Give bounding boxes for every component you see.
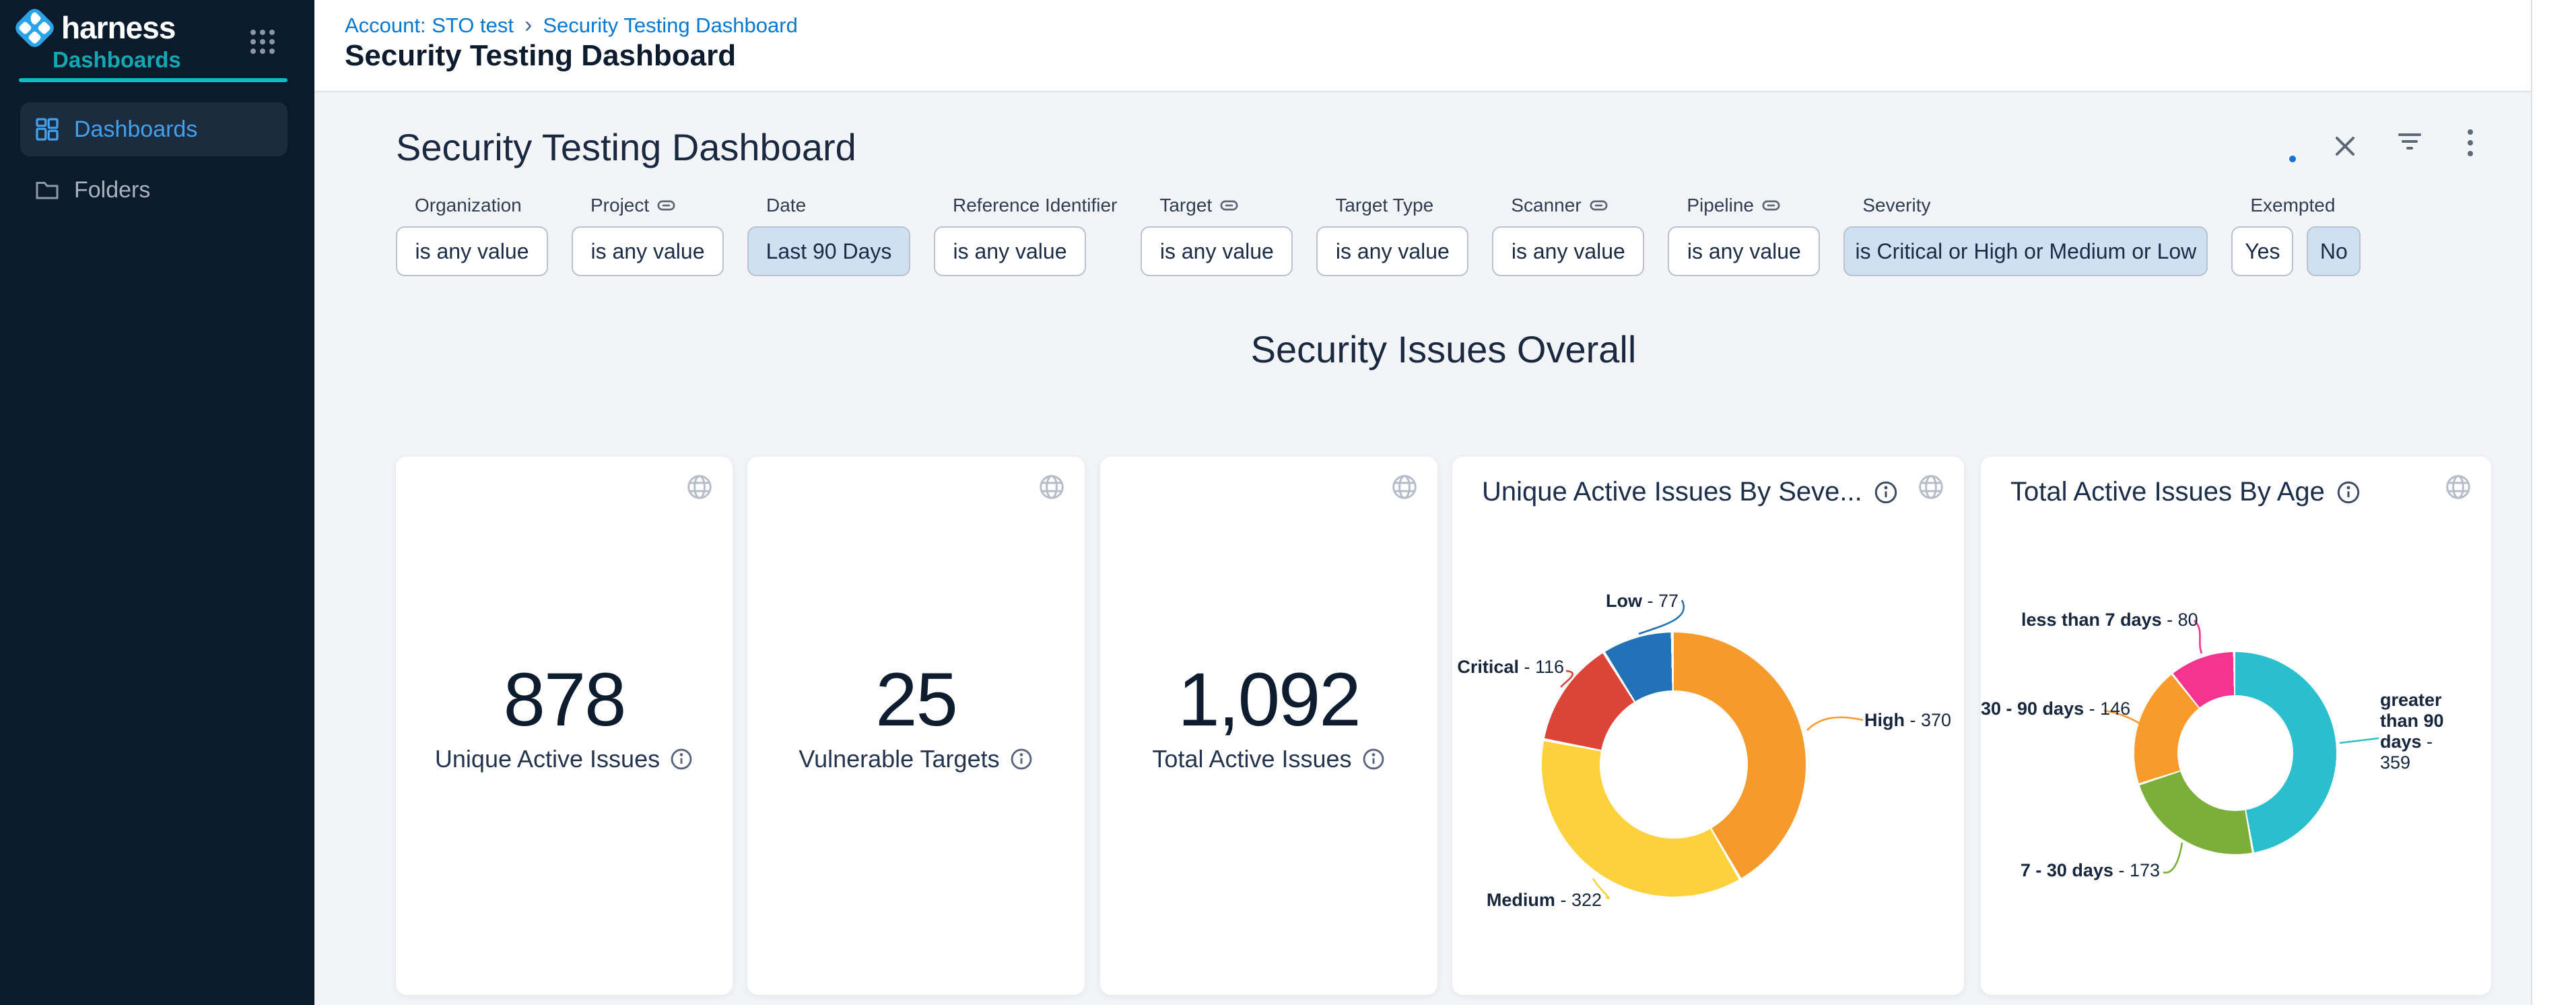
stat-card-unique-active-issues: 878 Unique Active Issues (396, 457, 733, 995)
harness-logo-icon (12, 5, 57, 50)
stat-label: Unique Active Issues (435, 745, 660, 773)
filter-label: Reference Identifier (953, 195, 1117, 216)
filter-pipeline: Pipeline is any value (1668, 194, 1820, 276)
harness-logo: harness (19, 9, 175, 46)
slice-label-greater-than-90-days: greater than 90 days - 359 (2380, 690, 2461, 773)
close-icon[interactable] (2331, 132, 2359, 160)
slice-label-less-than-7-days: less than 7 days - 80 (2021, 609, 2186, 630)
chart-title: Total Active Issues By Age (2010, 477, 2325, 507)
filters-toggle-icon[interactable] (2396, 133, 2424, 162)
age-donut-chart[interactable] (2134, 652, 2336, 854)
filter-bar: Organization is any value Project is any… (396, 194, 2361, 276)
stat-value: 1,092 (1100, 656, 1437, 743)
filter-target-type-value[interactable]: is any value (1316, 226, 1468, 276)
info-icon[interactable] (1009, 747, 1033, 771)
more-options-icon[interactable] (2456, 129, 2484, 158)
module-label: Dashboards (53, 47, 181, 73)
globe-icon (1390, 473, 1419, 501)
filter-reference-identifier-value[interactable]: is any value (934, 226, 1086, 276)
slice-label-30-90-days: 30 - 90 days - 146 (1981, 698, 2099, 719)
slice-label-medium: Medium - 322 (1472, 889, 1602, 911)
sidebar: harness Dashboards Dashboards Folders (0, 0, 314, 1005)
breadcrumb: Account: STO test › Security Testing Das… (345, 12, 798, 38)
folder-icon (35, 178, 59, 202)
filter-reference-identifier: Reference Identifier is any value (934, 194, 1117, 276)
dashboards-icon (35, 117, 59, 141)
module-divider (19, 78, 287, 82)
link-icon (1762, 199, 1780, 212)
filter-label: Pipeline (1687, 195, 1754, 216)
sidebar-item-label: Folders (74, 177, 150, 203)
sidebar-item-folders[interactable]: Folders (20, 163, 287, 217)
filter-label: Organization (415, 195, 522, 216)
filter-label: Date (766, 195, 806, 216)
exempted-no-button[interactable]: No (2307, 226, 2361, 276)
filter-organization-value[interactable]: is any value (396, 226, 548, 276)
filter-scanner: Scanner is any value (1492, 194, 1644, 276)
top-header: Account: STO test › Security Testing Das… (314, 0, 2531, 92)
link-icon (1220, 199, 1238, 212)
stat-card-vulnerable-targets: 25 Vulnerable Targets (747, 457, 1085, 995)
filter-project: Project is any value (572, 194, 724, 276)
link-icon (657, 199, 675, 212)
filter-exempted: Exempted Yes No (2231, 194, 2361, 276)
filter-label: Project (590, 195, 649, 216)
filter-project-value[interactable]: is any value (572, 226, 724, 276)
pointer-dot (2289, 156, 2296, 162)
sidebar-item-label: Dashboards (74, 117, 197, 143)
severity-donut-chart[interactable] (1542, 633, 1806, 897)
filter-target: Target is any value (1141, 194, 1293, 276)
filter-label: Severity (1862, 195, 1930, 216)
stat-label: Vulnerable Targets (799, 745, 999, 773)
breadcrumb-page-link[interactable]: Security Testing Dashboard (543, 13, 798, 38)
globe-icon (2444, 473, 2472, 501)
chart-card-issues-by-age: Total Active Issues By Age less than 7 d… (1981, 457, 2491, 995)
filter-organization: Organization is any value (396, 194, 548, 276)
slice-label-7-30-days: 7 - 30 days - 173 (1996, 860, 2160, 881)
scrollbar-gutter (2531, 0, 2576, 1005)
info-icon[interactable] (669, 747, 693, 771)
logo-text: harness (61, 9, 175, 46)
info-icon[interactable] (2336, 480, 2361, 505)
info-icon[interactable] (1361, 747, 1386, 771)
stat-value: 878 (396, 656, 733, 743)
globe-icon (1038, 473, 1066, 501)
chart-card-issues-by-severity: Unique Active Issues By Seve... Low - 77… (1452, 457, 1964, 995)
filter-target-value[interactable]: is any value (1141, 226, 1293, 276)
app-switcher-icon[interactable] (250, 30, 275, 54)
filter-date: Date Last 90 Days (747, 194, 910, 276)
filter-pipeline-value[interactable]: is any value (1668, 226, 1820, 276)
filter-label: Exempted (2250, 195, 2335, 216)
filter-label: Target Type (1335, 195, 1433, 216)
filter-severity: Severity is Critical or High or Medium o… (1843, 194, 2208, 276)
section-title: Security Issues Overall (396, 327, 2491, 371)
filter-scanner-value[interactable]: is any value (1492, 226, 1644, 276)
slice-label-critical: Critical - 116 (1452, 656, 1564, 678)
dashboard-panel-title: Security Testing Dashboard (396, 125, 856, 169)
exempted-yes-button[interactable]: Yes (2231, 226, 2293, 276)
globe-icon (1917, 473, 1945, 501)
globe-icon (685, 473, 714, 501)
filter-label: Target (1159, 195, 1212, 216)
page-title: Security Testing Dashboard (345, 39, 736, 73)
stat-label: Total Active Issues (1152, 745, 1351, 773)
stat-value: 25 (747, 656, 1085, 743)
info-icon[interactable] (1873, 480, 1899, 505)
filter-date-value[interactable]: Last 90 Days (747, 226, 910, 276)
filter-target-type: Target Type is any value (1316, 194, 1468, 276)
sidebar-item-dashboards[interactable]: Dashboards (20, 102, 287, 156)
slice-label-high: High - 370 (1864, 709, 1951, 731)
stat-card-total-active-issues: 1,092 Total Active Issues (1100, 457, 1437, 995)
main-area: Account: STO test › Security Testing Das… (314, 0, 2531, 1005)
breadcrumb-separator: › (524, 12, 532, 38)
chart-title: Unique Active Issues By Seve... (1482, 477, 1862, 507)
slice-label-low: Low - 77 (1544, 590, 1679, 612)
filter-severity-value[interactable]: is Critical or High or Medium or Low (1843, 226, 2208, 276)
filter-label: Scanner (1511, 195, 1581, 216)
breadcrumb-account-link[interactable]: Account: STO test (345, 13, 514, 38)
link-icon (1590, 199, 1608, 212)
